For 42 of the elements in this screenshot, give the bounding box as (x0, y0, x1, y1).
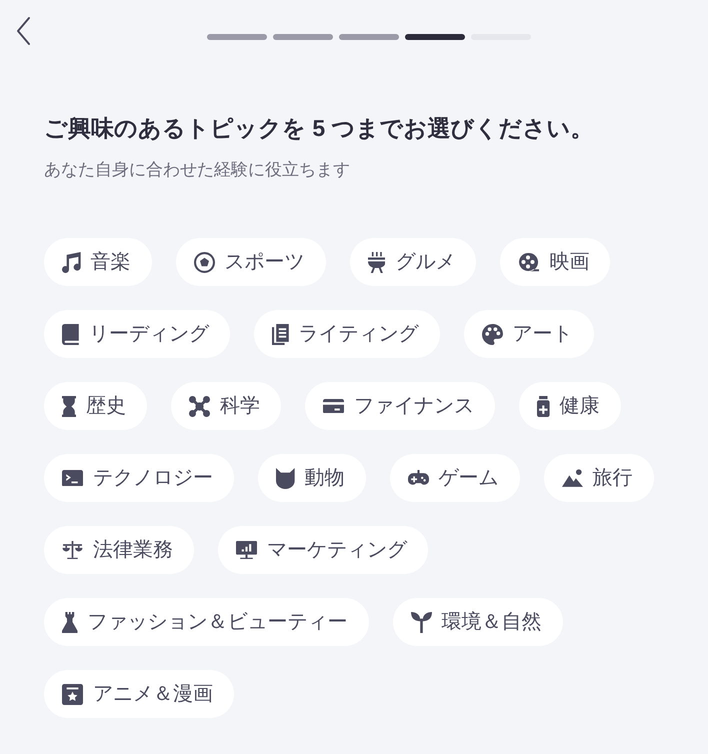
music-note-icon (62, 252, 81, 272)
topic-chip[interactable]: アニメ＆漫画 (44, 670, 234, 718)
medicine-bottle-icon (537, 396, 550, 416)
palette-icon (482, 324, 503, 344)
credit-card-icon (323, 398, 344, 414)
landscape-icon (562, 469, 583, 487)
page-heading: ご興味のあるトピックを 5 つまでお選びください。 (44, 114, 595, 143)
topic-chip[interactable]: スポーツ (176, 238, 326, 286)
hourglass-icon (62, 396, 76, 416)
topic-chip[interactable]: 動物 (258, 454, 366, 502)
documents-icon (272, 324, 289, 344)
soccer-ball-icon (194, 252, 215, 272)
page-subheading: あなた自身に合わせた経験に役立ちます (44, 159, 351, 181)
topic-chip[interactable]: 映画 (500, 238, 610, 286)
topic-chip[interactable]: 科学 (171, 382, 281, 430)
topic-chip[interactable]: テクノロジー (44, 454, 234, 502)
chess-rook-icon (62, 612, 78, 632)
topic-chip[interactable]: 環境＆自然 (392, 598, 562, 646)
book-icon (62, 324, 79, 344)
topic-chip[interactable]: グルメ (350, 238, 476, 286)
film-reel-icon (518, 252, 540, 272)
topic-chip[interactable]: ゲーム (390, 454, 520, 502)
topic-chip[interactable]: 法律業務 (44, 526, 194, 574)
grill-icon (368, 252, 386, 272)
topic-chip[interactable]: マーケティング (218, 526, 428, 574)
topic-chip[interactable]: ライティング (254, 310, 440, 358)
topic-chip[interactable]: ファッション＆ビューティー (44, 598, 368, 646)
topic-chip[interactable]: ファイナンス (305, 382, 495, 430)
gamepad-icon (408, 470, 429, 486)
cat-icon (276, 468, 295, 488)
molecule-icon (189, 396, 210, 416)
topic-chip[interactable]: 歴史 (44, 382, 147, 430)
topic-chip[interactable]: 音楽 (44, 238, 152, 286)
chevron-left-icon (15, 16, 31, 46)
topic-chip[interactable]: アート (464, 310, 594, 358)
sprout-icon (410, 612, 432, 632)
topic-chip[interactable]: 健康 (519, 382, 621, 430)
terminal-icon (62, 470, 83, 486)
scales-icon (62, 540, 83, 560)
presentation-chart-icon (236, 540, 257, 560)
topic-chip[interactable]: 旅行 (544, 454, 654, 502)
topic-chip[interactable]: リーディング (44, 310, 230, 358)
